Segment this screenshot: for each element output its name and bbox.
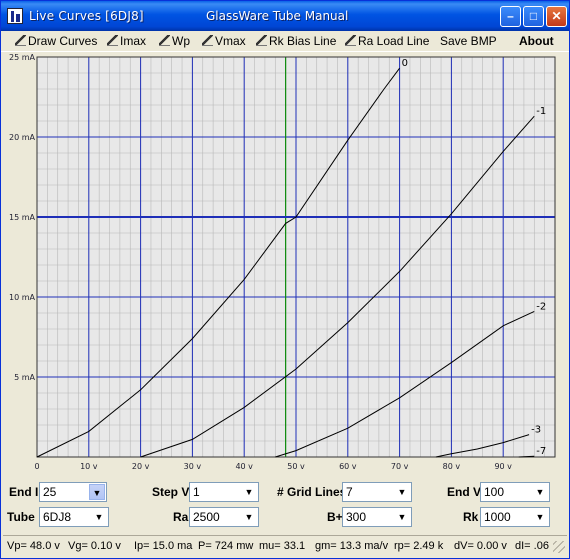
x-tick-label: 40 v [235,462,253,471]
grid-lines-label: # Grid Lines [277,485,347,499]
step-v-combo[interactable]: 1 ▼ [189,482,259,502]
pen-icon [107,35,118,46]
x-tick-label: 0 [34,462,39,471]
curve-label: 0 [402,58,408,69]
maximize-button[interactable]: □ [523,6,544,27]
ra-label: Ra [173,510,189,524]
pen-icon [256,35,267,46]
step-v-label: Step V [152,485,190,499]
grid-lines-combo[interactable]: 7 ▼ [342,482,412,502]
menu-rk-bias-line[interactable]: Rk Bias Line [256,34,336,48]
menu-wp[interactable]: Wp [159,34,190,48]
y-tick-label: 20 mA [9,133,36,142]
minimize-button[interactable]: – [500,6,521,27]
menu-draw-curves[interactable]: Draw Curves [15,34,97,48]
rk-combo[interactable]: 1000 ▼ [480,507,550,527]
chevron-down-icon[interactable]: ▼ [532,484,548,500]
curve-label: -2 [536,301,546,312]
status-bar: Vp= 48.0 v Vg= 0.10 v Ip= 15.0 ma P= 724… [3,535,567,555]
x-tick-label: 50 v [287,462,305,471]
tube-combo[interactable]: 6DJ8 ▼ [39,507,109,527]
menu-imax[interactable]: Imax [107,34,146,48]
x-tick-label: 30 v [184,462,202,471]
status-ip: Ip= 15.0 ma [134,540,193,552]
title-bar[interactable]: Live Curves [6DJ8] GlassWare Tube Manual… [1,1,569,31]
y-tick-label: 5 mA [14,373,35,382]
curve-label: -3 [531,425,541,436]
minimize-icon: – [507,9,514,23]
chevron-down-icon[interactable]: ▼ [91,509,107,525]
y-tick-label: 25 mA [9,53,36,62]
close-icon: ✕ [551,9,562,23]
end-i-combo[interactable]: 25 ▼ [39,482,107,502]
chevron-down-icon[interactable]: ▼ [394,509,410,525]
b-plus-combo[interactable]: 300 ▼ [342,507,412,527]
x-tick-label: 60 v [339,462,357,471]
tube-label: Tube [7,510,35,524]
end-v-label: End V [447,485,482,499]
menu-bar: Draw Curves Imax Wp Vmax Rk Bias Line Ra… [1,31,569,52]
curve-label: -7 [536,446,546,457]
app-name: GlassWare Tube Manual [206,9,349,23]
end-v-combo[interactable]: 100 ▼ [480,482,550,502]
x-tick-label: 10 v [80,462,98,471]
menu-about[interactable]: About [519,34,554,48]
pen-icon [15,35,26,46]
close-button[interactable]: ✕ [546,6,567,27]
maximize-icon: □ [529,9,538,23]
chevron-down-icon[interactable]: ▼ [394,484,410,500]
status-dv: dV= 0.00 v [454,540,507,552]
status-mu: mu= 33.1 [259,540,306,552]
end-i-label: End I [9,485,39,499]
app-window: Live Curves [6DJ8] GlassWare Tube Manual… [0,0,570,559]
ra-combo[interactable]: 2500 ▼ [189,507,259,527]
status-vp: Vp= 48.0 v [7,540,60,552]
menu-save-bmp[interactable]: Save BMP [440,34,497,48]
pen-icon [345,35,356,46]
tube-app-icon [7,8,23,24]
status-gm: gm= 13.3 ma/v [315,540,389,552]
window-title: Live Curves [6DJ8] [29,9,144,23]
status-vg: Vg= 0.10 v [68,540,121,552]
status-di: dI= .06 [515,540,549,552]
live-curves-chart[interactable]: 5 mA 10 mA 15 mA 20 mA 25 mA 0 10 v 20 v 30 v 40 … [3,53,557,475]
x-tick-label: 80 v [443,462,461,471]
controls-row-1: End I 25 ▼ Step V 1 ▼ # Grid Lines 7 ▼ End … [1,481,569,505]
chevron-down-icon[interactable]: ▼ [89,484,105,500]
x-tick-label: 20 v [132,462,150,471]
chevron-down-icon[interactable]: ▼ [241,484,257,500]
b-plus-label: B+ [327,510,343,524]
x-tick-label: 70 v [391,462,409,471]
curve-label: -1 [536,106,546,117]
pen-icon [159,35,170,46]
rk-label: Rk [463,510,479,524]
status-rp: rp= 2.49 k [394,540,444,552]
menu-ra-load-line[interactable]: Ra Load Line [345,34,429,48]
chevron-down-icon[interactable]: ▼ [241,509,257,525]
y-tick-label: 10 mA [9,293,36,302]
pen-icon [202,35,213,46]
x-tick-label: 90 v [494,462,512,471]
status-power: P= 724 mw [198,540,254,552]
menu-vmax[interactable]: Vmax [202,34,246,48]
controls-row-2: Tube 6DJ8 ▼ Ra 2500 ▼ B+ 300 ▼ Rk 1000 ▼ [1,506,569,530]
chevron-down-icon[interactable]: ▼ [532,509,548,525]
y-tick-label: 15 mA [9,213,36,222]
resize-grip[interactable] [553,541,565,553]
plot-area[interactable]: 5 mA 10 mA 15 mA 20 mA 25 mA 0 10 v 20 v 30 v 40 … [3,53,557,475]
